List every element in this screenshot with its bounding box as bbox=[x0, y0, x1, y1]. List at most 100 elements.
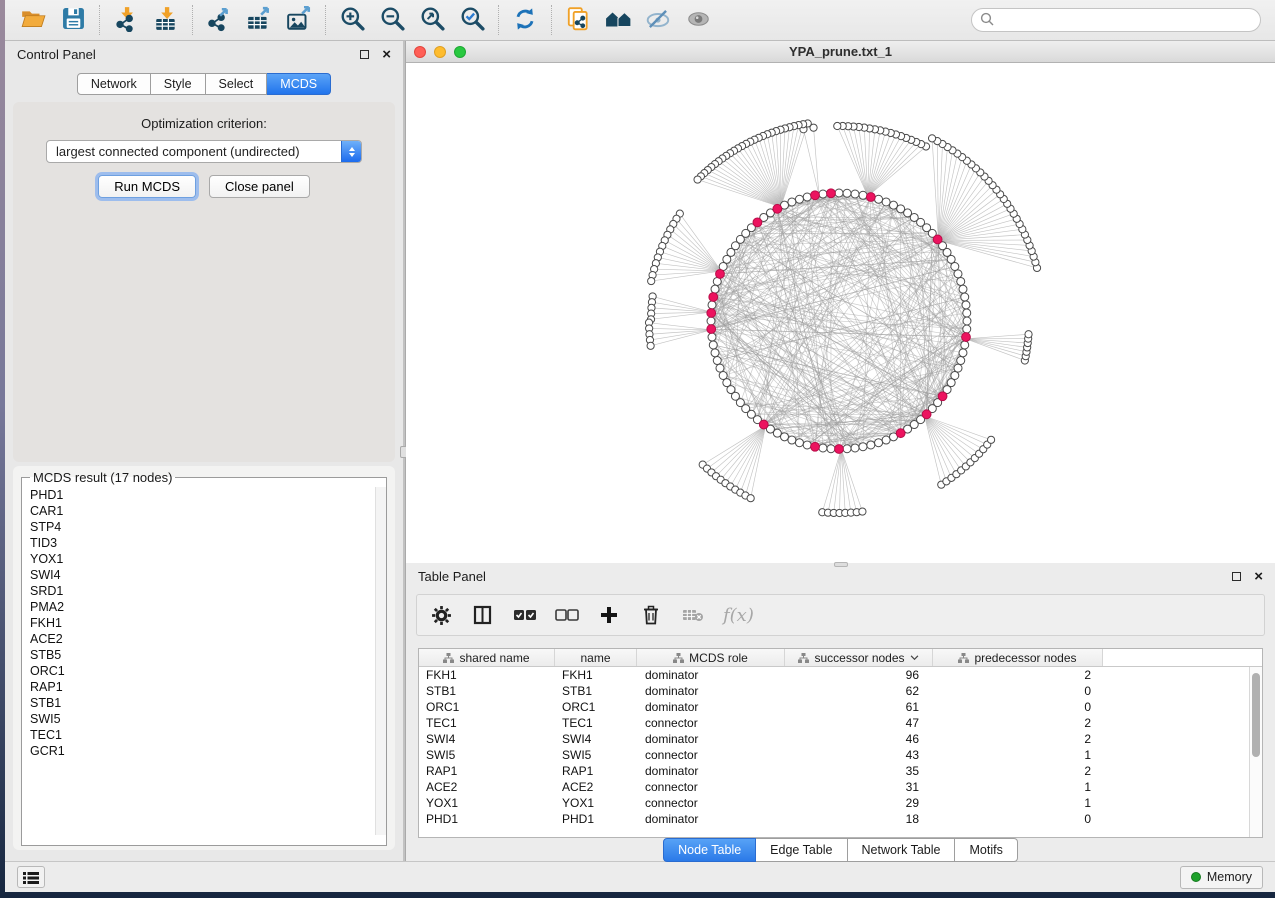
mcds-result-item[interactable]: CAR1 bbox=[30, 503, 386, 519]
zoom-in-button[interactable] bbox=[332, 3, 372, 37]
table-row[interactable]: ORC1ORC1dominator610 bbox=[419, 699, 1262, 715]
close-window-icon[interactable] bbox=[414, 46, 426, 58]
memory-button[interactable]: Memory bbox=[1180, 866, 1263, 889]
mcds-result-item[interactable]: STB1 bbox=[30, 695, 386, 711]
add-column-icon[interactable] bbox=[597, 603, 621, 627]
mcds-result-item[interactable]: STB5 bbox=[30, 647, 386, 663]
table-row[interactable]: FKH1FKH1dominator962 bbox=[419, 667, 1262, 683]
mcds-result-item[interactable]: SRD1 bbox=[30, 583, 386, 599]
mcds-result-item[interactable]: SWI4 bbox=[30, 567, 386, 583]
mcds-result-item[interactable]: GCR1 bbox=[30, 743, 386, 759]
tab-node-table[interactable]: Node Table bbox=[663, 838, 756, 862]
close-panel-icon[interactable]: × bbox=[382, 47, 391, 62]
table-cell: 96 bbox=[785, 667, 933, 683]
import-network-button[interactable] bbox=[106, 3, 146, 37]
tab-network[interactable]: Network bbox=[77, 73, 151, 95]
tab-motifs[interactable]: Motifs bbox=[955, 838, 1017, 862]
zoom-out-button[interactable] bbox=[372, 3, 412, 37]
import-table-button[interactable] bbox=[146, 3, 186, 37]
tab-style[interactable]: Style bbox=[151, 73, 206, 95]
first-neighbors-button[interactable] bbox=[598, 3, 638, 37]
zoom-out-icon bbox=[380, 6, 405, 34]
table-cell: FKH1 bbox=[555, 667, 637, 683]
mcds-list-scrollbar[interactable] bbox=[375, 487, 386, 835]
network-canvas[interactable] bbox=[406, 63, 1275, 563]
network-from-selection-button[interactable] bbox=[558, 3, 598, 37]
show-columns-icon[interactable] bbox=[471, 603, 495, 627]
hide-selected-button[interactable] bbox=[638, 3, 678, 37]
search-input[interactable] bbox=[999, 13, 1252, 27]
horizontal-splitter-grip[interactable] bbox=[834, 562, 848, 567]
table-row[interactable]: STB1STB1dominator620 bbox=[419, 683, 1262, 699]
status-bar: Memory bbox=[5, 861, 1275, 892]
export-network-button[interactable] bbox=[199, 3, 239, 37]
mcds-result-item[interactable]: TID3 bbox=[30, 535, 386, 551]
main-toolbar bbox=[5, 0, 1275, 41]
table-cell: RAP1 bbox=[555, 763, 637, 779]
mcds-result-item[interactable]: YOX1 bbox=[30, 551, 386, 567]
zoom-fit-button[interactable] bbox=[412, 3, 452, 37]
mcds-result-item[interactable]: RAP1 bbox=[30, 679, 386, 695]
float-panel-icon[interactable] bbox=[360, 50, 369, 59]
tab-select[interactable]: Select bbox=[206, 73, 268, 95]
table-row[interactable]: ACE2ACE2connector311 bbox=[419, 779, 1262, 795]
mcds-result-item[interactable]: PHD1 bbox=[30, 487, 386, 503]
table-row[interactable]: SWI5SWI5connector431 bbox=[419, 747, 1262, 763]
mcds-result-item[interactable]: ORC1 bbox=[30, 663, 386, 679]
maximize-window-icon[interactable] bbox=[454, 46, 466, 58]
show-all-button[interactable] bbox=[678, 3, 718, 37]
table-scrollbar-thumb[interactable] bbox=[1252, 673, 1260, 757]
task-history-button[interactable] bbox=[17, 866, 45, 888]
select-all-icon[interactable] bbox=[513, 603, 537, 627]
search-field[interactable] bbox=[971, 8, 1261, 32]
column-header-successor-nodes[interactable]: successor nodes bbox=[785, 649, 933, 666]
column-header-name[interactable]: name bbox=[555, 649, 637, 666]
table-cell bbox=[1103, 715, 1262, 731]
table-row[interactable]: TEC1TEC1connector472 bbox=[419, 715, 1262, 731]
network-window: YPA_prune.txt_1 bbox=[405, 41, 1275, 563]
criterion-dropdown[interactable]: largest connected component (undirected) bbox=[46, 140, 362, 163]
mcds-result-item[interactable]: PMA2 bbox=[30, 599, 386, 615]
zoom-selected-icon bbox=[460, 6, 485, 34]
mcds-result-item[interactable]: TEC1 bbox=[30, 727, 386, 743]
close-panel-button[interactable]: Close panel bbox=[209, 175, 310, 198]
save-session-button[interactable] bbox=[53, 3, 93, 37]
mcds-result-item[interactable]: SWI5 bbox=[30, 711, 386, 727]
table-settings-gear-icon[interactable] bbox=[429, 603, 453, 627]
mcds-result-item[interactable]: ACE2 bbox=[30, 631, 386, 647]
mcds-result-item[interactable]: FKH1 bbox=[30, 615, 386, 631]
column-header-shared-name[interactable]: shared name bbox=[419, 649, 555, 666]
network-titlebar[interactable]: YPA_prune.txt_1 bbox=[406, 41, 1275, 63]
save-icon bbox=[62, 7, 85, 33]
tab-edge-table[interactable]: Edge Table bbox=[756, 838, 847, 862]
table-row[interactable]: YOX1YOX1connector291 bbox=[419, 795, 1262, 811]
run-mcds-button[interactable]: Run MCDS bbox=[98, 175, 196, 198]
delete-column-icon[interactable] bbox=[639, 603, 663, 627]
tab-network-table[interactable]: Network Table bbox=[848, 838, 956, 862]
zoom-selected-button[interactable] bbox=[452, 3, 492, 37]
mcds-result-list[interactable]: PHD1CAR1STP4TID3YOX1SWI4SRD1PMA2FKH1ACE2… bbox=[28, 487, 386, 835]
column-header-mcds-role[interactable]: MCDS role bbox=[637, 649, 785, 666]
table-cell: 35 bbox=[785, 763, 933, 779]
open-file-button[interactable] bbox=[13, 3, 53, 37]
toolbar-separator bbox=[192, 5, 193, 35]
export-image-button[interactable] bbox=[279, 3, 319, 37]
apply-layout-button[interactable] bbox=[505, 3, 545, 37]
table-panel-title: Table Panel bbox=[418, 569, 486, 584]
table-row[interactable]: PHD1PHD1dominator180 bbox=[419, 811, 1262, 827]
deselect-all-icon[interactable] bbox=[555, 603, 579, 627]
table-cell: 1 bbox=[933, 779, 1103, 795]
minimize-window-icon[interactable] bbox=[434, 46, 446, 58]
table-row[interactable]: RAP1RAP1dominator352 bbox=[419, 763, 1262, 779]
close-table-panel-icon[interactable]: × bbox=[1254, 569, 1263, 584]
float-table-panel-icon[interactable] bbox=[1232, 572, 1241, 581]
network-graph[interactable] bbox=[406, 63, 1274, 562]
mcds-result-item[interactable]: STP4 bbox=[30, 519, 386, 535]
table-tabs: Node Table Edge Table Network Table Moti… bbox=[663, 838, 1018, 862]
column-header-predecessor-nodes[interactable]: predecessor nodes bbox=[933, 649, 1103, 666]
table-row[interactable]: SWI4SWI4dominator462 bbox=[419, 731, 1262, 747]
export-table-button[interactable] bbox=[239, 3, 279, 37]
tab-mcds[interactable]: MCDS bbox=[267, 73, 331, 95]
control-panel-tabs: Network Style Select MCDS bbox=[77, 73, 331, 95]
table-scrollbar[interactable] bbox=[1249, 667, 1262, 837]
